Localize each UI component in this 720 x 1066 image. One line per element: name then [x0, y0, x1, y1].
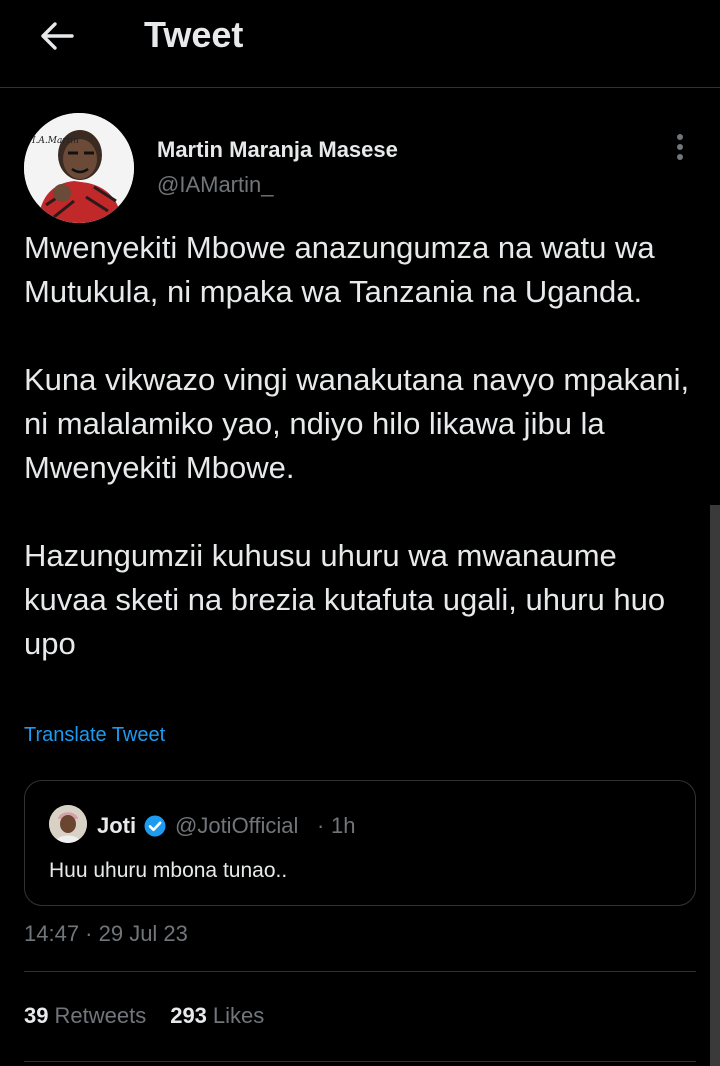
quote-author-handle: @JotiOfficial — [175, 813, 299, 838]
top-bar: Tweet — [0, 0, 720, 88]
divider — [24, 971, 696, 972]
likes-label: Likes — [212, 1003, 265, 1028]
retweets-stat[interactable]: 39 Retweets — [24, 1003, 146, 1029]
translate-tweet-link[interactable]: Translate Tweet — [24, 724, 165, 747]
quote-author-name: Joti — [97, 813, 137, 838]
likes-count: 293 — [170, 1003, 207, 1028]
divider — [24, 1061, 696, 1062]
author-avatar[interactable]: I.A.Martin — [24, 113, 134, 223]
tweet-paragraph: Kuna vikwazo vingi wanakutana navyo mpak… — [24, 362, 690, 485]
quote-timestamp: 1h — [331, 813, 356, 838]
back-button[interactable] — [34, 16, 78, 56]
likes-stat[interactable]: 293 Likes — [170, 1003, 264, 1029]
scrollbar[interactable] — [710, 505, 720, 1066]
quote-avatar[interactable] — [49, 805, 87, 843]
more-options-button[interactable] — [664, 130, 696, 164]
author-avatar-image: I.A.Martin — [24, 113, 134, 223]
tweet-paragraph: Mwenyekiti Mbowe anazungumza na watu wa … — [24, 230, 655, 309]
tweet-body: Mwenyekiti Mbowe anazungumza na watu wa … — [24, 226, 704, 710]
tweet-timestamp[interactable]: 14:47 · 29 Jul 23 — [24, 921, 188, 947]
page-title: Tweet — [144, 14, 244, 55]
quote-avatar-image — [49, 805, 87, 843]
verified-badge-icon — [144, 815, 166, 837]
retweets-count: 39 — [24, 1003, 49, 1028]
retweets-label: Retweets — [54, 1003, 147, 1028]
more-vertical-icon — [677, 134, 683, 160]
arrow-left-icon — [41, 22, 74, 50]
avatar-signature: I.A.Martin — [31, 136, 79, 146]
quote-text: Huu uhuru mbona tunao.. — [49, 859, 288, 882]
author-name[interactable]: Martin Maranja Masese — [157, 137, 398, 163]
engagement-stats: 39 Retweets 293 Likes — [24, 1003, 264, 1029]
quoted-tweet-card[interactable]: Joti @JotiOfficial · 1h Huu uhuru mbona … — [24, 780, 696, 906]
quote-separator: · — [317, 813, 325, 838]
tweet-paragraph: Hazungumzii kuhusu uhuru wa mwanaume kuv… — [24, 538, 666, 661]
author-handle[interactable]: @IAMartin_ — [157, 172, 273, 198]
